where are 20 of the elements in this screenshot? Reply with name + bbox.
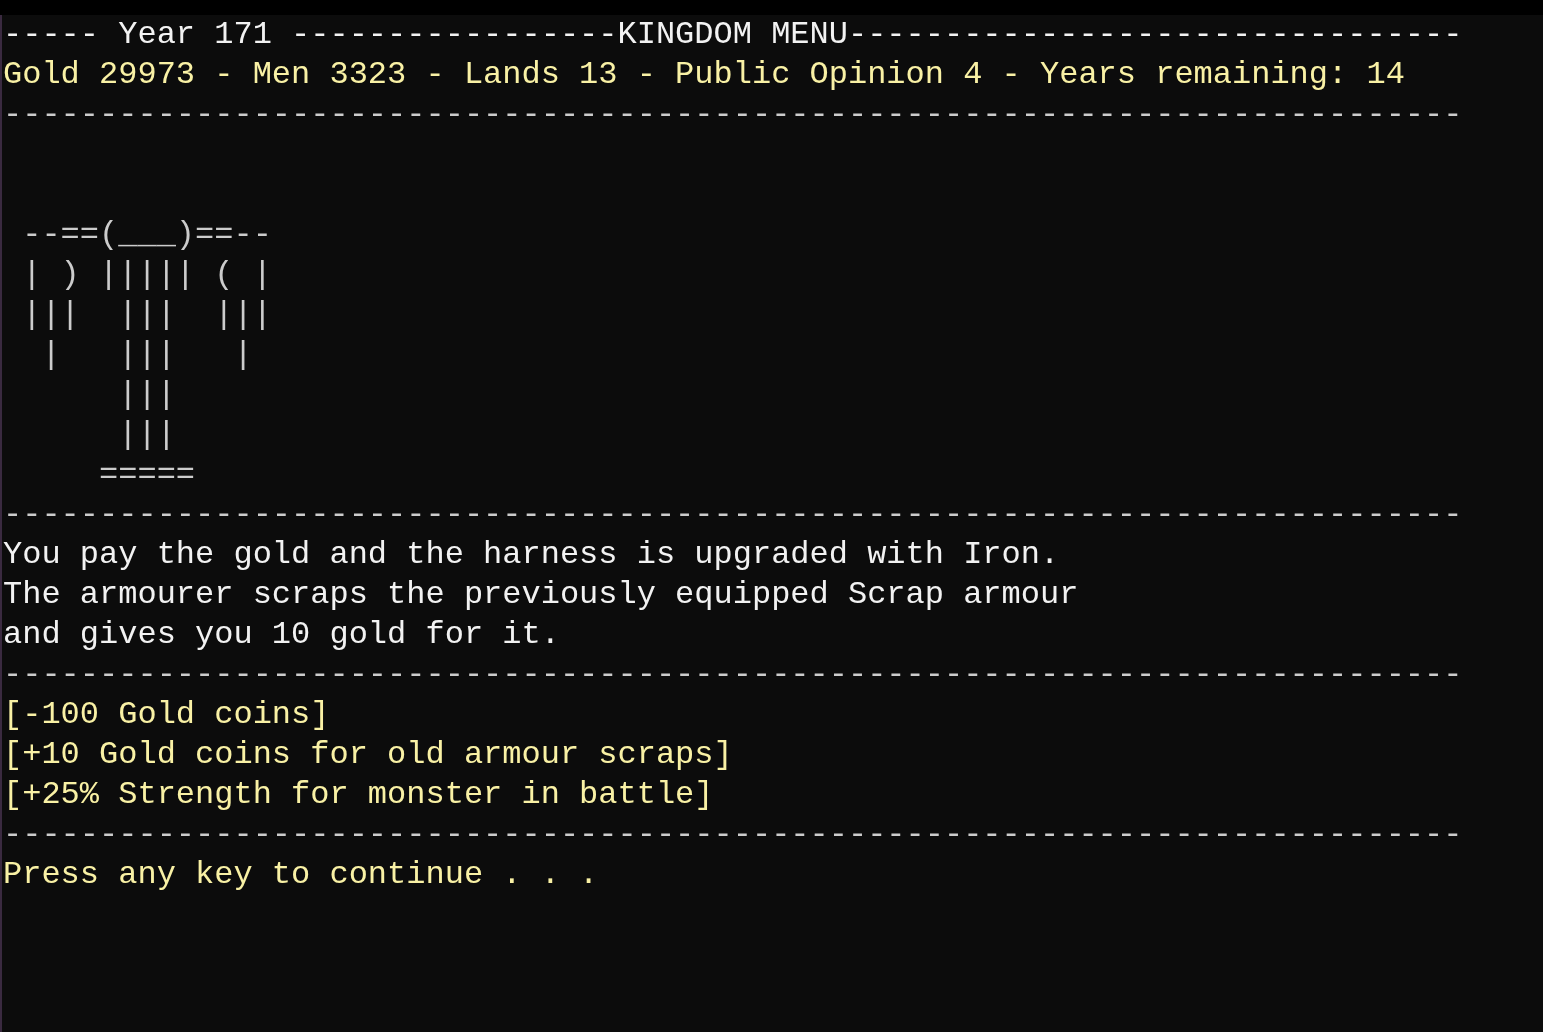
ascii-art-line: ||| ||| ||| xyxy=(21,295,272,335)
message-line: and gives you 10 gold for it. xyxy=(3,615,560,655)
effect-line: [+25% Strength for monster in battle] xyxy=(3,775,714,815)
ascii-art-line: ||| xyxy=(117,375,176,415)
ascii-art-line: ===== xyxy=(98,455,196,495)
ascii-art-line: ||| xyxy=(117,415,176,455)
dashed-divider-line: ---------------------------------------------------------------------------- xyxy=(3,495,1463,535)
message-line: You pay the gold and the harness is upgraded with Iron. xyxy=(3,535,1060,575)
message-line: The armourer scraps the previously equipped Scrap armour xyxy=(3,575,1079,615)
continue-prompt: Press any key to continue . . . xyxy=(3,855,599,895)
dashed-divider-line: ---------------------------------------------------------------------------- xyxy=(3,95,1463,135)
ascii-art-line: | ||| | xyxy=(40,335,253,375)
menu-header-line: ----- Year 171 -----------------KINGDOM MENU-------------------------------- xyxy=(3,15,1463,55)
kingdom-stats-line: Gold 29973 - Men 3323 - Lands 13 - Public Opinion 4 - Years remaining: 14 xyxy=(3,55,1405,95)
effect-line: [+10 Gold coins for old armour scraps] xyxy=(3,735,733,775)
dashed-divider-line: ---------------------------------------------------------------------------- xyxy=(3,655,1463,695)
ascii-art-line: | ) ||||| ( | xyxy=(21,255,272,295)
effect-line: [-100 Gold coins] xyxy=(3,695,330,735)
dashed-divider-line: ---------------------------------------------------------------------------- xyxy=(3,815,1463,855)
ascii-art-line: --==(___)==-- xyxy=(21,215,272,255)
